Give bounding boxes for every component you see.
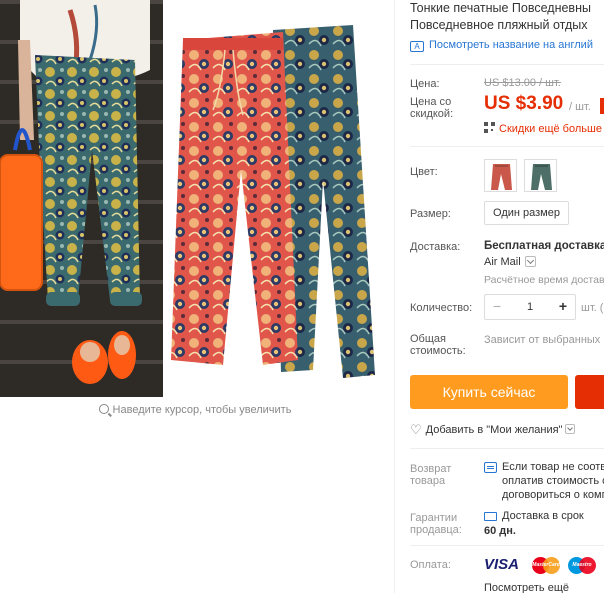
mastercard-text: MasterCard [532,562,560,568]
size-label: Размер: [410,208,451,220]
divider [410,146,604,147]
color-swatch-teal[interactable] [524,159,557,192]
returns-text-3: договориться о комп [502,489,604,501]
size-option-button[interactable]: Один размер [484,201,569,225]
quantity-plus-button[interactable]: + [551,295,575,319]
product-gallery[interactable] [0,0,375,400]
maestro-logo: Maestro [568,555,598,575]
translate-link-text[interactable]: Посмотреть название на англий [429,39,593,51]
shipping-method-select[interactable]: Air Mail [484,256,536,268]
guarantee-label-1: Гарантии [410,512,458,524]
more-payment-link[interactable]: Посмотреть ещё [484,582,569,593]
translate-title-link[interactable]: A Посмотреть название на англий [410,39,593,52]
quantity-minus-button[interactable]: − [485,295,509,319]
mastercard-logo: MasterCard [532,555,562,575]
visa-text: VISA [484,556,520,573]
maestro-text: Maestro [572,562,592,568]
returns-icon [484,462,497,473]
shipping-estimate: Расчётное время достав [484,274,604,286]
heart-icon: ♡ [410,422,422,437]
shipping-title: Бесплатная доставка в [484,240,604,252]
total-label-2: стоимость: [410,345,466,357]
truck-icon [484,512,497,521]
price-unit: / шт. [569,101,591,113]
returns-label-1: Возврат [410,463,452,475]
product-photo-pants[interactable] [163,0,375,397]
total-value: Зависит от выбранных [484,334,601,346]
discount-price-label-2: скидкой: [410,108,454,120]
sale-price: US $3.90 [484,93,564,114]
wishlist-text[interactable]: Добавить в "Мои желания" [426,424,563,436]
add-to-wishlist-link[interactable]: ♡ Добавить в "Мои желания" [410,422,576,438]
guarantee-days: 60 дн. [484,525,516,537]
zoom-hint-text: Наведите курсор, чтобы увеличить [112,404,292,416]
discount-price-label-1: Цена со [410,96,452,108]
price-label: Цена: [410,78,440,90]
payment-label: Оплата: [410,559,451,571]
translate-icon: A [410,41,424,52]
quantity-stepper[interactable]: − 1 + [484,294,576,320]
product-info-panel: Тонкие печатные Повседневны Повседневное… [394,0,604,593]
color-label: Цвет: [410,166,438,178]
quantity-label: Количество: [410,302,473,314]
color-swatch-red[interactable] [484,159,517,192]
quantity-input[interactable]: 1 [509,295,551,319]
returns-text-2: оплатив стоимость с [502,475,604,487]
chevron-down-icon[interactable] [524,256,536,267]
guarantee-text: Доставка в срок [502,510,584,522]
qr-code-icon [484,122,495,133]
returns-label-2: товара [410,475,446,487]
promo-badge [600,98,604,114]
shipping-label: Доставка: [410,241,461,253]
original-price: US $13.00 / шт. [484,77,561,89]
product-title: Тонкие печатные Повседневны Повседневное… [410,0,604,34]
magnifier-icon [98,404,109,414]
divider [410,545,604,546]
total-label-1: Общая [410,333,446,345]
zoom-hint: Наведите курсор, чтобы увеличить [0,404,390,416]
chevron-down-icon[interactable] [565,424,576,434]
qr-discount-text[interactable]: Скидки ещё больше [499,123,602,135]
divider [410,64,604,65]
guarantee-label-2: продавца: [410,524,462,536]
shipping-method-text[interactable]: Air Mail [484,256,521,268]
buy-now-button[interactable]: Купить сейчас [410,375,568,409]
quantity-unit: шт. (5 [581,302,604,314]
divider [410,448,604,449]
visa-logo: VISA [484,555,522,575]
product-title-line2: Повседневное пляжный отдых [410,18,588,32]
add-to-cart-button[interactable] [575,375,604,409]
qr-discount-link[interactable]: Скидки ещё больше [484,122,602,135]
product-title-line1: Тонкие печатные Повседневны [410,1,591,15]
product-photo-model[interactable] [0,0,163,397]
returns-text-1: Если товар не соотве [502,461,604,473]
